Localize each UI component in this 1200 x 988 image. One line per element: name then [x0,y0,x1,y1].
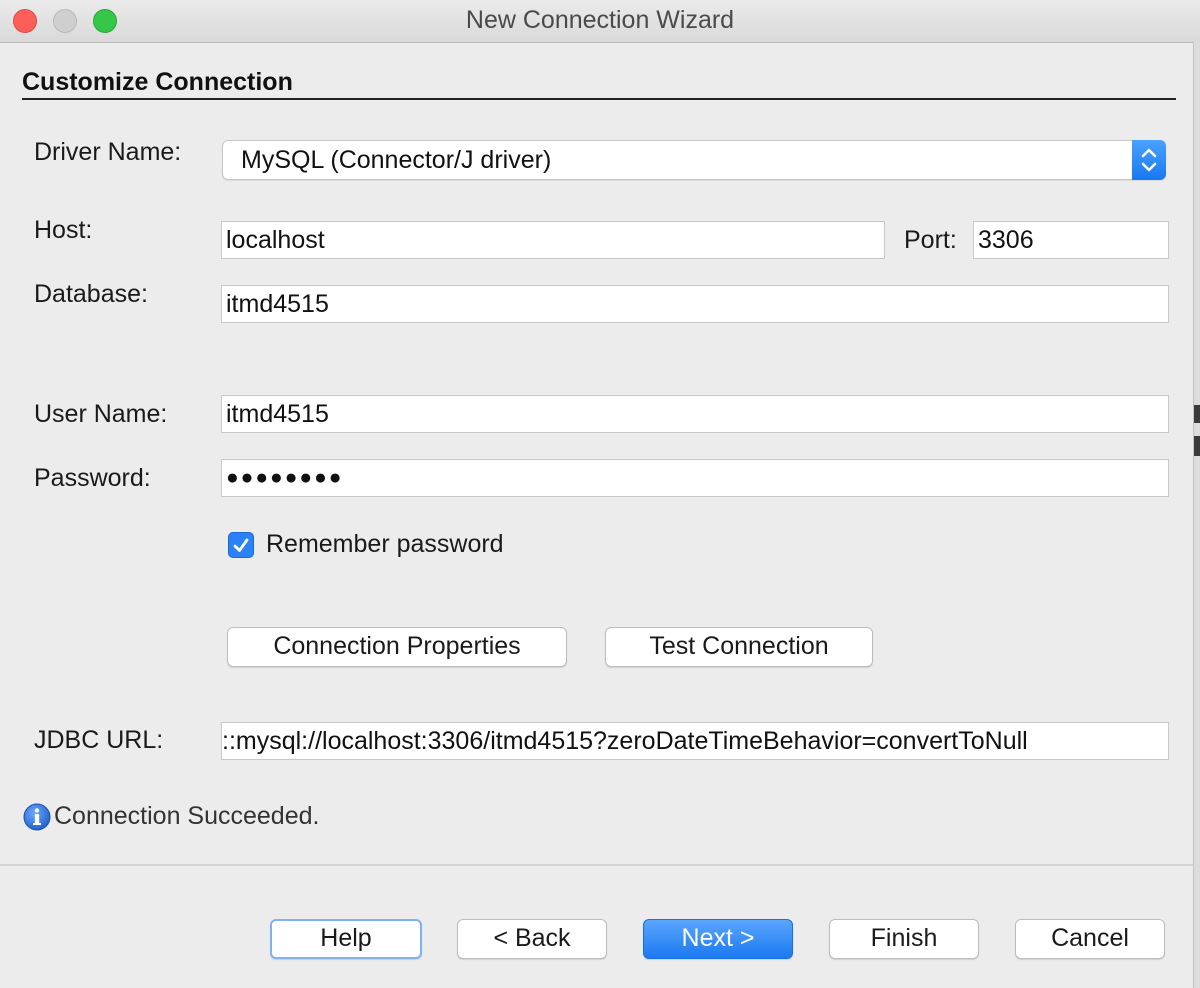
footer-divider [0,864,1193,866]
checkmark-icon [233,538,249,552]
remember-password-checkbox[interactable] [228,532,254,558]
password-input[interactable]: ●●●●●●●● [221,459,1169,497]
remember-password-label[interactable]: Remember password [266,530,504,559]
username-label: User Name: [34,400,168,428]
title-bar: New Connection Wizard [0,0,1200,43]
database-label: Database: [34,280,148,308]
finish-button[interactable]: Finish [829,919,979,959]
host-label: Host: [34,216,93,244]
jdbc-url-label: JDBC URL: [34,726,164,754]
help-button[interactable]: Help [270,919,422,959]
edge-marker [1194,436,1200,456]
info-icon [23,803,51,831]
test-connection-button[interactable]: Test Connection [605,627,873,667]
database-input[interactable]: itmd4515 [221,285,1169,323]
driver-name-select[interactable]: MySQL (Connector/J driver) [222,140,1166,180]
driver-name-value: MySQL (Connector/J driver) [241,146,552,174]
port-input[interactable]: 3306 [973,221,1169,259]
section-title: Customize Connection [22,68,293,96]
select-arrows-icon[interactable] [1132,140,1166,180]
window-edge [1193,42,1200,988]
driver-name-label: Driver Name: [34,138,182,166]
connection-status-text: Connection Succeeded. [54,802,320,830]
password-label: Password: [34,464,151,492]
section-divider [22,98,1176,100]
jdbc-url-value: ::mysql://localhost:3306/itmd4515?zeroDa… [222,727,1028,755]
connection-properties-button[interactable]: Connection Properties [227,627,567,667]
window-title: New Connection Wizard [465,6,735,34]
cancel-button[interactable]: Cancel [1015,919,1165,959]
edge-marker [1194,405,1200,423]
back-button[interactable]: < Back [457,919,607,959]
next-button[interactable]: Next > [643,919,793,959]
username-input[interactable]: itmd4515 [221,395,1169,433]
jdbc-url-input[interactable]: ::mysql://localhost:3306/itmd4515?zeroDa… [221,722,1169,760]
port-label: Port: [904,226,957,254]
host-input[interactable]: localhost [221,221,885,259]
